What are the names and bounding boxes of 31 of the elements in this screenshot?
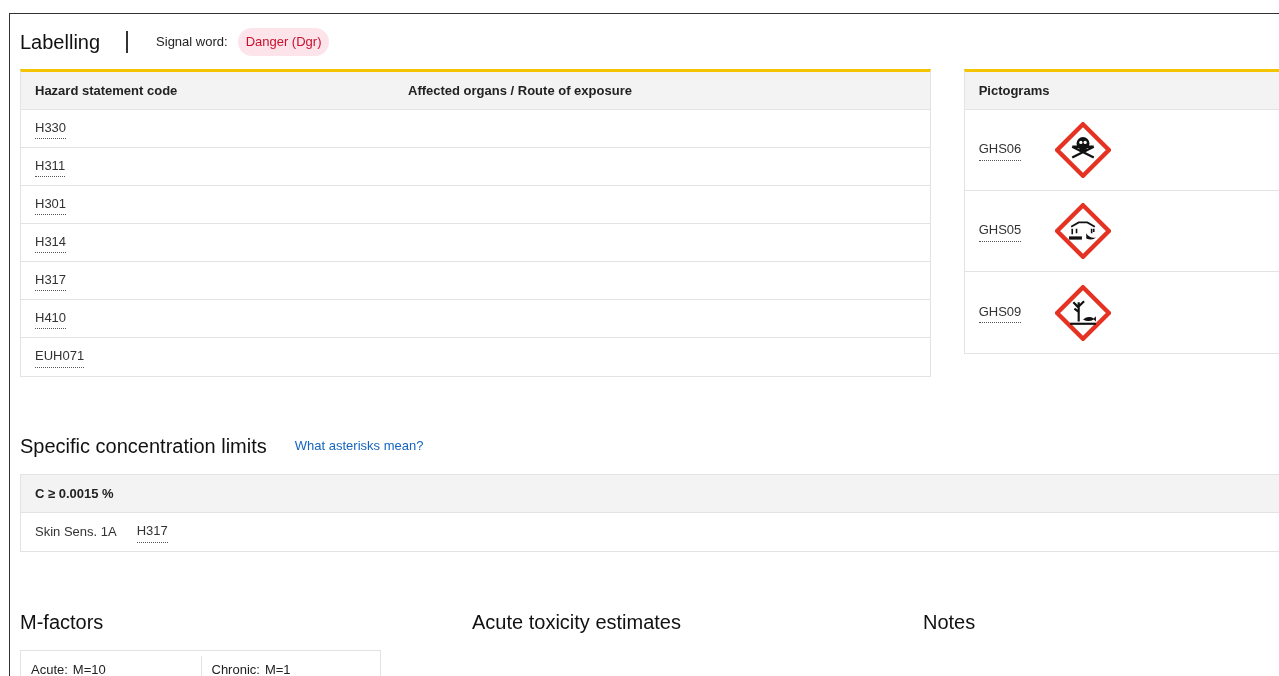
- m-factor-label: Chronic:: [211, 661, 260, 676]
- classification-text: Skin Sens. 1A: [35, 523, 117, 542]
- signal-word-badge: Danger (Dgr): [237, 28, 330, 56]
- hazard-code[interactable]: H410: [35, 307, 67, 330]
- hazard-code[interactable]: GHS09: [978, 301, 1022, 324]
- concentration-header: C ≥ 0.0015 %: [21, 475, 1279, 513]
- hazard-code[interactable]: GHS06: [978, 139, 1022, 161]
- hazard-code[interactable]: EUH071: [35, 346, 85, 368]
- hazard-code[interactable]: H311: [35, 155, 66, 178]
- corrosion-icon: [1055, 203, 1112, 259]
- hazard-code[interactable]: H317: [35, 269, 67, 292]
- help-link[interactable]: What asterisks mean?: [294, 436, 424, 456]
- section-title: Labelling: [20, 30, 101, 55]
- section-title: M-factors: [20, 610, 105, 635]
- m-factor-label: Acute:: [31, 661, 68, 676]
- section-title: Notes: [923, 610, 976, 635]
- hazard-code[interactable]: H317: [136, 521, 168, 543]
- hazard-code[interactable]: H314: [35, 231, 67, 254]
- hazard-code[interactable]: H330: [35, 117, 67, 140]
- column-header: Pictograms: [964, 72, 1279, 110]
- skull-crossbones-icon: [1055, 122, 1112, 178]
- m-factor-value: M=1: [264, 661, 291, 676]
- hazard-code[interactable]: H301: [35, 193, 67, 216]
- column-header: Hazard statement code: [35, 81, 179, 100]
- section-title: Specific concentration limits: [20, 434, 267, 459]
- column-header: Affected organs / Route of exposure: [408, 81, 632, 100]
- section-title: Acute toxicity estimates: [472, 610, 682, 635]
- m-factor-value: M=10: [72, 661, 106, 676]
- dead-tree-fish-icon: [1055, 284, 1112, 341]
- hazard-code[interactable]: GHS05: [978, 220, 1022, 242]
- signal-word-label: Signal word:: [156, 33, 228, 52]
